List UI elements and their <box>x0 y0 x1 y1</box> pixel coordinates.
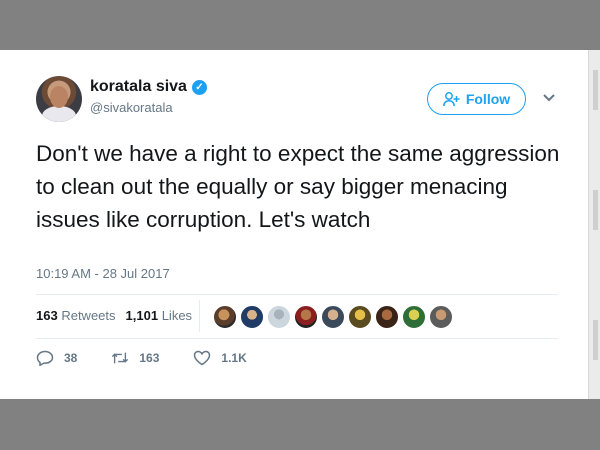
retweet-icon <box>112 352 129 364</box>
liker-avatar[interactable] <box>429 305 453 329</box>
author-handle[interactable]: @sivakoratala <box>90 100 173 115</box>
liker-avatar[interactable] <box>213 305 237 329</box>
liker-avatar[interactable] <box>402 305 426 329</box>
liker-avatar[interactable] <box>375 305 399 329</box>
tweet-timestamp[interactable]: 10:19 AM - 28 Jul 2017 <box>36 266 170 281</box>
bottom-border <box>0 399 600 450</box>
liker-avatars <box>213 305 453 329</box>
divider-top <box>36 294 558 295</box>
reply-count: 38 <box>64 351 78 365</box>
divider-bottom <box>36 338 558 339</box>
author-avatar[interactable] <box>36 76 82 122</box>
retweets-stat[interactable]: 163 Retweets <box>36 308 116 323</box>
author-name-row: koratala siva ✓ <box>90 78 207 96</box>
follow-label: Follow <box>465 91 511 107</box>
right-edge-strip <box>588 50 600 399</box>
retweets-count: 163 <box>36 308 58 323</box>
top-border <box>0 0 600 50</box>
tweet-stats: 163 Retweets 1,101 Likes <box>36 308 192 323</box>
verified-badge-icon: ✓ <box>191 79 207 95</box>
follow-person-icon <box>442 91 460 106</box>
tweet-text: Don't we have a right to expect the same… <box>36 141 560 232</box>
follow-button[interactable]: Follow <box>427 83 526 115</box>
liker-avatar[interactable] <box>240 305 264 329</box>
likes-count: 1,101 <box>125 308 159 323</box>
tweet-actions: 38 163 1.1K <box>36 350 281 366</box>
likes-label: Likes <box>161 308 193 323</box>
heart-icon <box>194 350 211 366</box>
retweet-count: 163 <box>139 351 160 365</box>
like-count: 1.1K <box>221 351 247 365</box>
reply-button[interactable]: 38 <box>36 350 77 366</box>
liker-avatar[interactable] <box>348 305 372 329</box>
chevron-down-icon[interactable] <box>542 93 556 103</box>
likes-stat[interactable]: 1,101 Likes <box>126 308 193 323</box>
liker-avatar[interactable] <box>267 305 291 329</box>
retweet-button[interactable]: 163 <box>111 350 159 366</box>
liker-avatar[interactable] <box>294 305 318 329</box>
retweets-label: Retweets <box>61 308 116 323</box>
stats-separator <box>199 300 200 332</box>
liker-avatar[interactable] <box>321 305 345 329</box>
reply-icon <box>36 350 54 366</box>
author-name[interactable]: koratala siva <box>90 78 187 96</box>
like-button[interactable]: 1.1K <box>193 350 247 366</box>
